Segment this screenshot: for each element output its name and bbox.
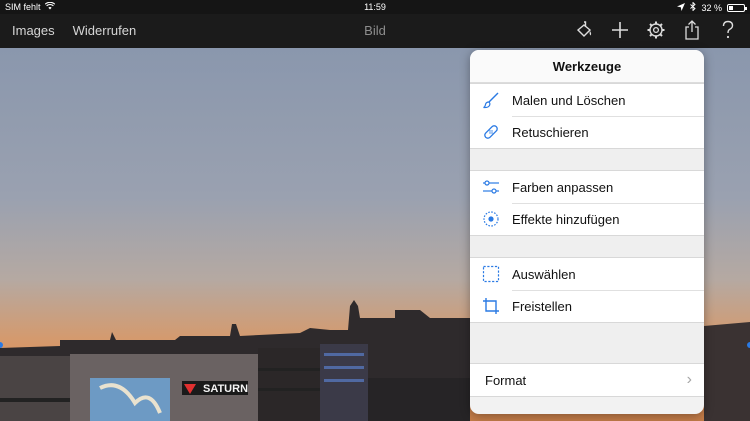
settings-button[interactable]: [644, 19, 668, 43]
menu-item-adjust-colors[interactable]: Farben anpassen: [470, 171, 704, 203]
brush-bucket-icon: [574, 20, 594, 43]
menu-item-format[interactable]: Format ›: [470, 364, 704, 396]
menu-item-select[interactable]: Auswählen: [470, 258, 704, 290]
bandage-icon: [482, 123, 500, 141]
brush-icon: [482, 91, 500, 109]
status-bar: SIM fehlt 11:59 32 %: [0, 0, 750, 14]
menu-item-retouch[interactable]: Retuschieren: [470, 116, 704, 148]
group-separator: [470, 236, 704, 257]
battery-icon: [727, 3, 747, 12]
share-button[interactable]: [680, 19, 704, 43]
battery-percent: 32 %: [701, 2, 722, 13]
top-toolbar: Images Widerrufen Bild: [0, 14, 750, 48]
help-icon: [721, 20, 735, 43]
menu-item-crop[interactable]: Freistellen: [470, 290, 704, 322]
group-separator: [470, 323, 704, 363]
menu-item-paint-erase[interactable]: Malen und Löschen: [470, 84, 704, 116]
share-icon: [684, 19, 700, 43]
saturn-sign: SATURN: [203, 383, 248, 395]
chevron-right-icon: ›: [686, 371, 692, 388]
tools-group-format: Format ›: [470, 363, 704, 397]
menu-item-label: Freistellen: [512, 298, 572, 314]
tools-group-selection: Auswählen Freistellen: [470, 257, 704, 323]
gear-icon: [646, 20, 666, 43]
battery-fill: [729, 5, 734, 10]
plus-icon: [611, 21, 629, 42]
menu-item-add-effects[interactable]: Effekte hinzufügen: [470, 203, 704, 235]
tools-button[interactable]: [572, 19, 596, 43]
toolbar-right: [572, 19, 740, 43]
status-time: 11:59: [364, 2, 386, 12]
selection-icon: [482, 265, 500, 283]
popover-title: Werkzeuge: [470, 50, 704, 83]
tools-popover: Werkzeuge Malen und Löschen Retuschieren…: [470, 50, 704, 414]
tools-group-paint: Malen und Löschen Retuschieren: [470, 83, 704, 149]
status-right: 32 %: [677, 1, 747, 13]
crop-icon: [482, 297, 500, 315]
effects-icon: [482, 210, 500, 228]
moon-crescent: [213, 130, 217, 135]
help-button[interactable]: [716, 19, 740, 43]
menu-item-label: Auswählen: [512, 266, 576, 282]
location-arrow-icon: [677, 2, 686, 13]
menu-item-label: Effekte hinzufügen: [512, 211, 620, 227]
menu-item-label: Malen und Löschen: [512, 92, 626, 108]
menu-item-label: Farben anpassen: [512, 179, 614, 195]
sliders-icon: [482, 178, 500, 196]
add-button[interactable]: [608, 19, 632, 43]
group-separator: [470, 149, 704, 170]
menu-item-label: Format: [485, 372, 527, 388]
menu-item-label: Retuschieren: [512, 124, 589, 140]
tools-group-color: Farben anpassen Effekte hinzufügen: [470, 170, 704, 236]
bluetooth-icon: [690, 1, 697, 13]
